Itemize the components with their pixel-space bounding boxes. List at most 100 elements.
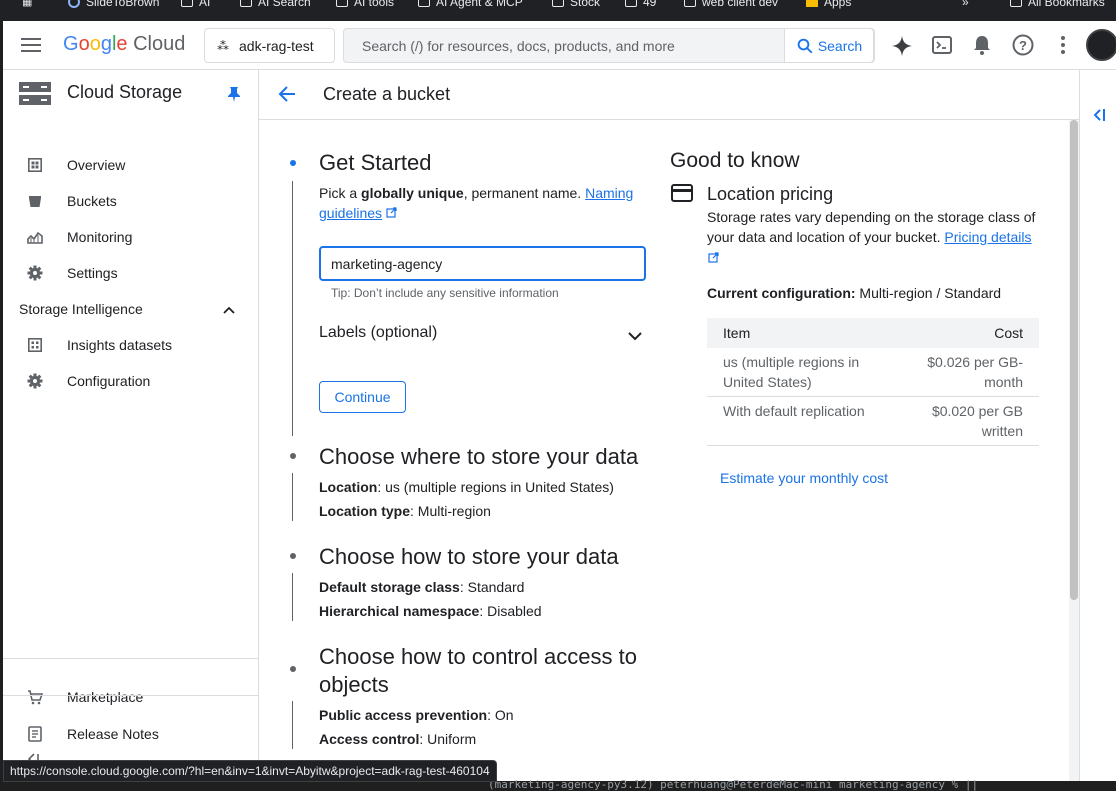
location-type-summary: Location type: Multi-region [319, 503, 491, 519]
bookmark-folder[interactable]: Stock [552, 0, 600, 9]
labels-expander[interactable]: Labels (optional) [319, 318, 646, 348]
more-vert-icon[interactable] [1053, 33, 1073, 57]
chevron-down-icon [628, 328, 642, 346]
bucket-name-input[interactable] [319, 246, 646, 281]
column-header-cost: Cost [898, 318, 1039, 348]
bookmark-folder[interactable]: All Bookmarks [1010, 0, 1105, 9]
bookmark-folder[interactable]: AI Search [240, 0, 311, 9]
google-cloud-logo[interactable]: Google Cloud [63, 33, 185, 56]
notifications-bell-icon[interactable] [971, 33, 993, 57]
search-input[interactable]: Search (/) for resources, docs, products… [343, 28, 875, 63]
chevron-up-icon [223, 301, 235, 317]
apps-grid-icon[interactable]: ▦ [22, 0, 32, 8]
table-cell-item: us (multiple regions in United States) [707, 348, 899, 397]
pricing-details-link[interactable]: Pricing details [944, 229, 1031, 245]
page-title: Create a bucket [323, 84, 451, 104]
expand-panel-icon[interactable] [1092, 108, 1106, 127]
folder-icon [240, 0, 252, 7]
estimate-cost-link[interactable]: Estimate your monthly cost [720, 470, 888, 486]
labels-label: Labels (optional) [319, 324, 438, 341]
step-indicator-active [290, 160, 296, 166]
page-header: Create a bucket [259, 70, 1079, 120]
pricing-description: Storage rates vary depending on the stor… [707, 209, 1036, 225]
sidebar: Cloud Storage Overview Buckets Monitorin… [3, 70, 259, 781]
access-control-summary: Access control: Uniform [319, 731, 477, 747]
sidebar-item-overview[interactable]: Overview [3, 147, 258, 183]
cloud-console: Google Cloud ⁂ adk-rag-test Search (/) f… [3, 21, 1116, 781]
continue-button[interactable]: Continue [319, 381, 406, 413]
external-link-icon[interactable] [708, 250, 719, 268]
bookmark-folder[interactable]: AI Agent & MCP [418, 0, 523, 9]
sidebar-section-storage-intelligence[interactable]: Storage Intelligence [3, 291, 258, 327]
main-content: Create a bucket Get Started Pick a globa… [259, 70, 1079, 781]
divider [3, 695, 258, 696]
step-title-cont: objects [319, 672, 389, 697]
product-title: Cloud Storage [67, 82, 183, 102]
bookmark-folder[interactable]: web client dev [684, 0, 778, 9]
step-description: Pick a globally unique, permanent name. … [319, 185, 634, 201]
pricing-description-cont: your data and location of your bucket. P… [707, 229, 1032, 245]
step-indicator [290, 666, 296, 672]
sidebar-item-label: Settings [67, 265, 118, 281]
gemini-sparkle-icon[interactable] [889, 33, 915, 59]
section-label: Storage Intelligence [19, 301, 143, 317]
storage-class-summary: Default storage class: Standard [319, 579, 525, 595]
sidebar-item-monitoring[interactable]: Monitoring [3, 219, 258, 255]
naming-guidelines-link[interactable]: Naming [585, 185, 633, 201]
project-name: adk-rag-test [239, 37, 314, 54]
notes-icon [27, 726, 43, 742]
sidebar-item-label: Release Notes [67, 726, 159, 742]
avatar[interactable] [1086, 29, 1116, 61]
sidebar-item-buckets[interactable]: Buckets [3, 183, 258, 219]
namespace-summary: Hierarchical namespace: Disabled [319, 603, 542, 619]
bookmark-item[interactable]: SlideToBrown [68, 0, 159, 9]
chevron-right-icon[interactable]: » [962, 0, 969, 9]
scrollbar-thumb[interactable] [1070, 120, 1078, 600]
dashboard-icon [27, 157, 43, 173]
terminal-prompt: (marketing-agency-py3.12) peterhuang@Pet… [488, 778, 979, 791]
table-cell-item: With default replication [707, 396, 899, 446]
folder-icon [1010, 0, 1022, 7]
gear-icon [27, 373, 43, 389]
folder-icon [181, 0, 193, 7]
step-connector [292, 473, 293, 521]
info-heading: Good to know [670, 149, 800, 172]
menu-icon[interactable] [19, 33, 43, 57]
bookmark-folder[interactable]: AI [181, 0, 210, 9]
sidebar-item-configuration[interactable]: Configuration [3, 363, 258, 399]
step-connector [292, 573, 293, 621]
bookmark-item[interactable]: Apps [806, 0, 851, 9]
table-row: With default replication $0.020 per GB wr… [707, 396, 1039, 446]
folder-icon [418, 0, 430, 7]
project-picker[interactable]: ⁂ adk-rag-test [204, 28, 335, 63]
sidebar-item-insights-datasets[interactable]: Insights datasets [3, 327, 258, 363]
search-button[interactable]: Search [784, 28, 874, 63]
help-icon[interactable]: ? [1011, 33, 1035, 57]
svg-text:?: ? [1019, 38, 1027, 53]
public-access-summary: Public access prevention: On [319, 707, 514, 723]
step-title: Choose how to control access to [319, 644, 637, 669]
sidebar-item-release-notes[interactable]: Release Notes [3, 716, 258, 752]
cloud-shell-icon[interactable] [931, 34, 953, 56]
sidebar-item-settings[interactable]: Settings [3, 255, 258, 291]
bookmark-folder[interactable]: 49 [625, 0, 656, 9]
back-arrow-icon[interactable] [277, 84, 297, 109]
input-tip: Tip: Don’t include any sensitive informa… [331, 286, 559, 300]
project-icon: ⁂ [217, 38, 229, 53]
right-rail [1079, 70, 1116, 781]
search-placeholder: Search (/) for resources, docs, products… [362, 38, 675, 54]
scrollbar[interactable] [1069, 120, 1079, 781]
step-indicator [290, 553, 296, 559]
sidebar-item-label: Insights datasets [67, 337, 173, 353]
sidebar-item-label: Marketplace [67, 689, 144, 705]
terminal-background: (marketing-agency-py3.12) peterhuang@Pet… [0, 778, 1116, 791]
sidebar-item-label: Monitoring [67, 229, 133, 245]
monitoring-icon [27, 229, 43, 245]
pin-icon[interactable] [227, 86, 241, 107]
bookmark-folder[interactable]: AI tools [336, 0, 394, 9]
step-indicator [290, 453, 296, 459]
step-connector [292, 181, 293, 436]
sidebar-item-marketplace[interactable]: Marketplace [3, 679, 258, 715]
naming-guidelines-link-cont[interactable]: guidelines [319, 205, 397, 221]
step-title: Get Started [319, 150, 432, 175]
